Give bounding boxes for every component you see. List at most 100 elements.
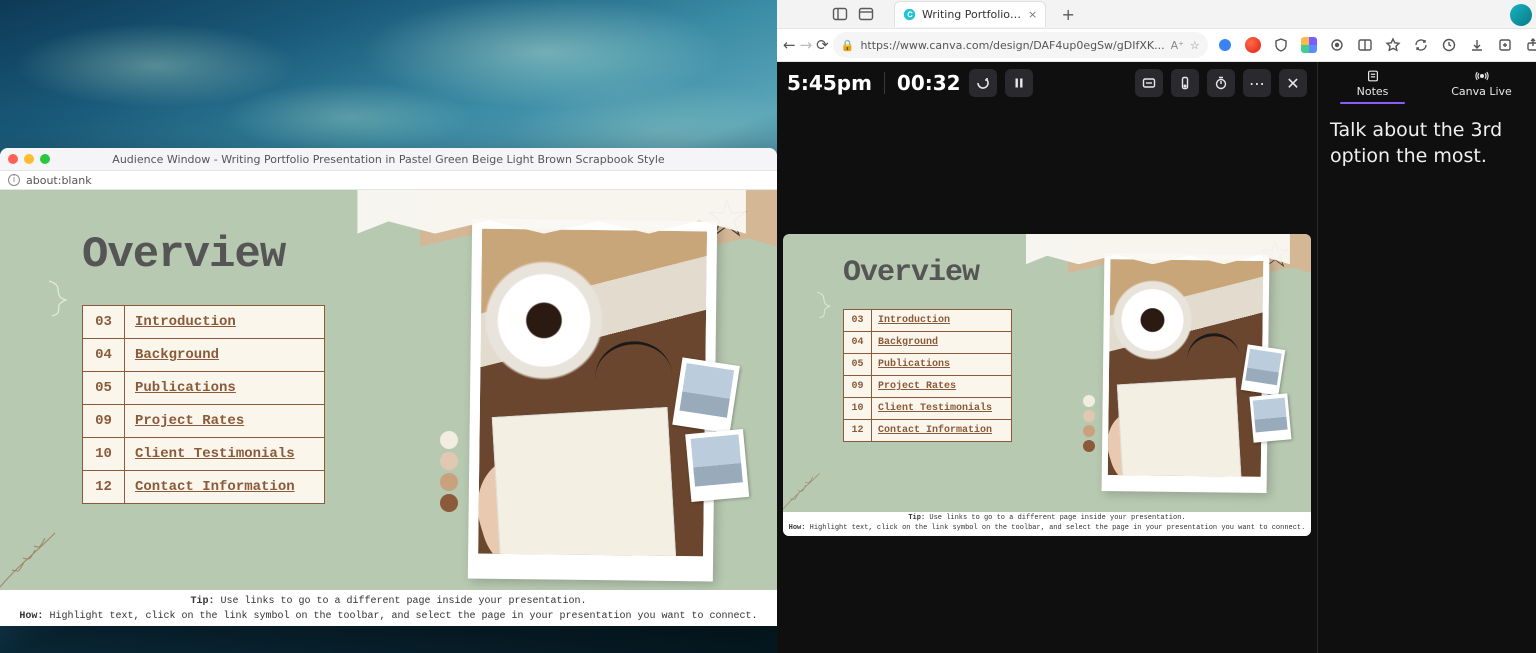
how-text: Highlight text, click on the link symbol…: [43, 611, 757, 622]
refresh-button[interactable]: ⟳: [816, 32, 829, 58]
close-presenter-button[interactable]: ✕: [1279, 69, 1307, 97]
pause-button[interactable]: [1005, 69, 1033, 97]
address-bar[interactable]: 🔒 https://www.canva.com/design/DAF4up0eg…: [833, 32, 1208, 58]
toc-link[interactable]: Project Rates: [872, 376, 1012, 398]
slide-tip: Tip: Use links to go to a different page…: [0, 590, 777, 626]
presenter-clock: 5:45pm: [787, 71, 872, 95]
workspaces-icon[interactable]: [858, 6, 874, 22]
extension-icon[interactable]: [1212, 32, 1238, 58]
polaroid-icon: [1241, 344, 1286, 395]
magic-shortcuts-button[interactable]: [1135, 69, 1163, 97]
maximize-icon[interactable]: [40, 154, 50, 164]
tip-label: Tip:: [190, 596, 214, 607]
audience-address-bar[interactable]: i about:blank: [0, 170, 777, 190]
toc-link[interactable]: Background: [872, 332, 1012, 354]
browser-tab[interactable]: Writing Portfolio Presentation i ×: [894, 1, 1046, 27]
sync-icon[interactable]: [1408, 32, 1434, 58]
desktop-background: Audience Window - Writing Portfolio Pres…: [0, 0, 777, 653]
history-icon[interactable]: [1436, 32, 1462, 58]
share-icon[interactable]: [1520, 32, 1536, 58]
sidebar-tabs: Notes Canva Live: [1318, 62, 1536, 104]
favorite-icon[interactable]: ☆: [1190, 39, 1200, 52]
close-icon[interactable]: [8, 154, 18, 164]
swatch: [1083, 395, 1095, 407]
sidebar-toggle-icon[interactable]: [832, 6, 848, 22]
table-row: 09Project Rates: [844, 376, 1012, 398]
speaker-notes[interactable]: Talk about the 3rd option the most.: [1318, 104, 1536, 653]
minimize-icon[interactable]: [24, 154, 34, 164]
audience-url: about:blank: [26, 174, 92, 187]
tab-canva-live[interactable]: Canva Live: [1427, 62, 1536, 104]
table-row: 12Contact Information: [844, 420, 1012, 442]
how-label: How:: [19, 611, 43, 622]
extension-grid-icon[interactable]: [1296, 32, 1322, 58]
toc-num: 09: [844, 376, 872, 398]
toc-link[interactable]: Introduction: [125, 306, 325, 339]
extensions-menu-icon[interactable]: [1324, 32, 1350, 58]
forward-button[interactable]: →: [800, 32, 813, 58]
presenter-header: 5:45pm 00:32 ⋯ ✕: [777, 62, 1317, 104]
table-row: 10Client Testimonials: [844, 398, 1012, 420]
stopwatch-button[interactable]: [1207, 69, 1235, 97]
swatch: [1083, 440, 1095, 452]
favorites-icon[interactable]: [1380, 32, 1406, 58]
toc-link[interactable]: Client Testimonials: [125, 438, 325, 471]
swatch: [440, 431, 458, 449]
reader-icon[interactable]: A⁺: [1171, 39, 1184, 52]
tab-label: Notes: [1357, 85, 1389, 98]
divider: [884, 72, 885, 94]
presenter-elapsed: 00:32: [897, 71, 961, 95]
table-row: 09Project Rates: [83, 405, 325, 438]
leaf-doodle-icon: [0, 528, 60, 598]
tab-notes[interactable]: Notes: [1318, 62, 1427, 104]
back-button[interactable]: ←: [783, 32, 796, 58]
canva-favicon-icon: [903, 8, 916, 21]
presenter-current-slide[interactable]: Overview 03Introduction 04Background 05P…: [783, 234, 1311, 536]
desk-photo: [1108, 259, 1264, 477]
toc-link[interactable]: Contact Information: [125, 471, 325, 504]
reset-timer-button[interactable]: [969, 69, 997, 97]
downloads-icon[interactable]: [1464, 32, 1490, 58]
toc-num: 12: [844, 420, 872, 442]
remote-button[interactable]: [1171, 69, 1199, 97]
presenter-sidebar: Notes Canva Live Talk about the 3rd opti…: [1317, 62, 1536, 653]
toc-table: 03Introduction 04Background 05Publicatio…: [843, 309, 1012, 442]
table-row: 03Introduction: [83, 306, 325, 339]
toc-link[interactable]: Publications: [125, 372, 325, 405]
more-options-button[interactable]: ⋯: [1243, 69, 1271, 97]
toc-link[interactable]: Background: [125, 339, 325, 372]
toc-num: 04: [83, 339, 125, 372]
swatch: [1083, 380, 1095, 392]
audience-window: Audience Window - Writing Portfolio Pres…: [0, 148, 777, 626]
how-label: How:: [789, 524, 806, 532]
photo-frame: [1102, 253, 1270, 493]
polaroid-icon: [685, 429, 749, 502]
collections-icon[interactable]: [1492, 32, 1518, 58]
squiggle-icon: [815, 290, 837, 319]
toc-num: 04: [844, 332, 872, 354]
toc-num: 03: [83, 306, 125, 339]
split-screen-icon[interactable]: [1352, 32, 1378, 58]
slide-tip: Tip: Use links to go to a different page…: [783, 512, 1311, 536]
toc-link[interactable]: Client Testimonials: [872, 398, 1012, 420]
toc-num: 05: [83, 372, 125, 405]
toc-table: 03Introduction 04Background 05Publicatio…: [82, 305, 325, 504]
toc-link[interactable]: Publications: [872, 354, 1012, 376]
toc-link[interactable]: Project Rates: [125, 405, 325, 438]
extension-opera-icon[interactable]: [1240, 32, 1266, 58]
tab-close-icon[interactable]: ×: [1028, 8, 1037, 21]
table-row: 04Background: [83, 339, 325, 372]
extension-shield-icon[interactable]: [1268, 32, 1294, 58]
tab-label: Canva Live: [1451, 85, 1512, 98]
audience-window-title: Audience Window - Writing Portfolio Pres…: [0, 153, 777, 166]
leaf-doodle-icon: [783, 470, 823, 518]
new-tab-button[interactable]: +: [1056, 2, 1080, 26]
toc-link[interactable]: Contact Information: [872, 420, 1012, 442]
copilot-icon[interactable]: [1510, 4, 1532, 26]
toc-link[interactable]: Introduction: [872, 310, 1012, 332]
polaroid-icon: [1249, 393, 1291, 442]
toc-num: 12: [83, 471, 125, 504]
desk-photo: [478, 229, 707, 557]
toc-num: 03: [844, 310, 872, 332]
swatch: [440, 452, 458, 470]
